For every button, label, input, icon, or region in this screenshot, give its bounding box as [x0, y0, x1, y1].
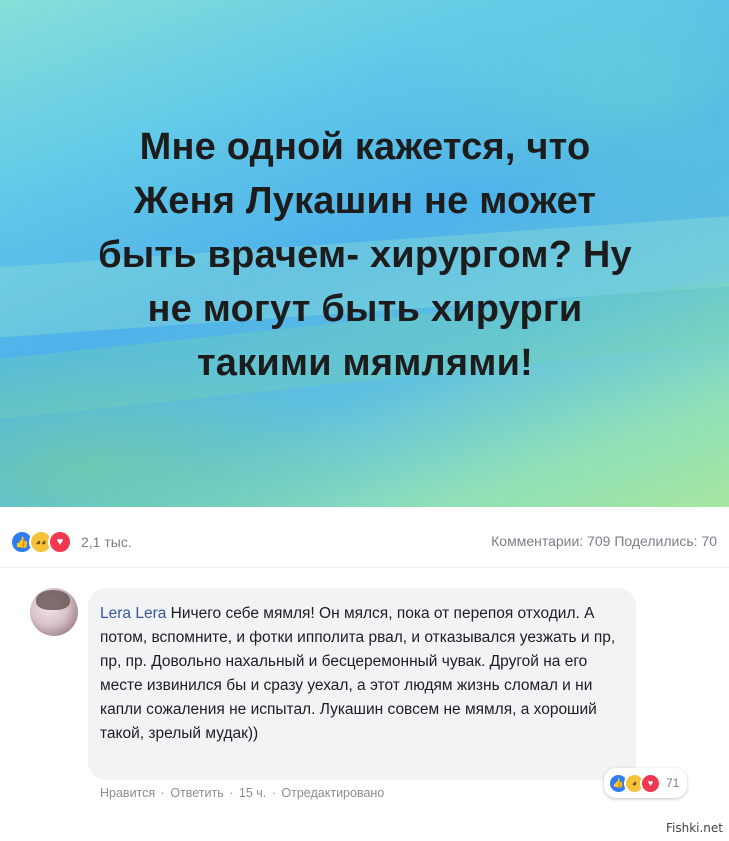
post-image: Мне одной кажется, что Женя Лукашин не м…: [0, 0, 729, 507]
avatar-photo: [36, 590, 70, 610]
comment-author[interactable]: Lera Lera: [100, 605, 166, 622]
edited-label[interactable]: Отредактировано: [281, 786, 384, 800]
post-stats-bar: 👍 ◕◕ ♥ 2,1 тыс. Комментарии: 709 Поделил…: [0, 507, 729, 567]
comment: Lera Lera Ничего себе мямля! Он мялся, п…: [0, 568, 729, 813]
post-reactions[interactable]: 👍 ◕◕ ♥ 2,1 тыс.: [10, 530, 132, 554]
separator: ·: [271, 786, 276, 800]
separator: ·: [229, 786, 234, 800]
like-link[interactable]: Нравится: [100, 786, 155, 800]
comment-body: Lera Lera Ничего себе мямля! Он мялся, п…: [100, 602, 628, 746]
reaction-count[interactable]: 2,1 тыс.: [81, 534, 132, 550]
comment-actions: Нравится · Ответить · 15 ч. · Отредактир…: [100, 786, 386, 800]
reply-link[interactable]: Ответить: [170, 786, 223, 800]
post-text: Мне одной кажется, что Женя Лукашин не м…: [98, 126, 632, 384]
comment-time[interactable]: 15 ч.: [239, 786, 266, 800]
comment-text: Ничего себе мямля! Он мялся, пока от пер…: [100, 605, 616, 742]
comments-shares-count[interactable]: Комментарии: 709 Поделились: 70: [491, 533, 717, 549]
love-icon: ♥: [640, 772, 661, 794]
watermark: Fishki.net: [665, 821, 723, 835]
comment-reactions[interactable]: 👍 ◕ ♥ 71: [604, 768, 688, 798]
comment-reaction-count: 71: [666, 776, 680, 790]
comment-bubble: Lera Lera Ничего себе мямля! Он мялся, п…: [88, 588, 636, 780]
avatar[interactable]: [30, 588, 78, 636]
love-icon: ♥: [48, 530, 72, 554]
separator: ·: [160, 786, 165, 800]
